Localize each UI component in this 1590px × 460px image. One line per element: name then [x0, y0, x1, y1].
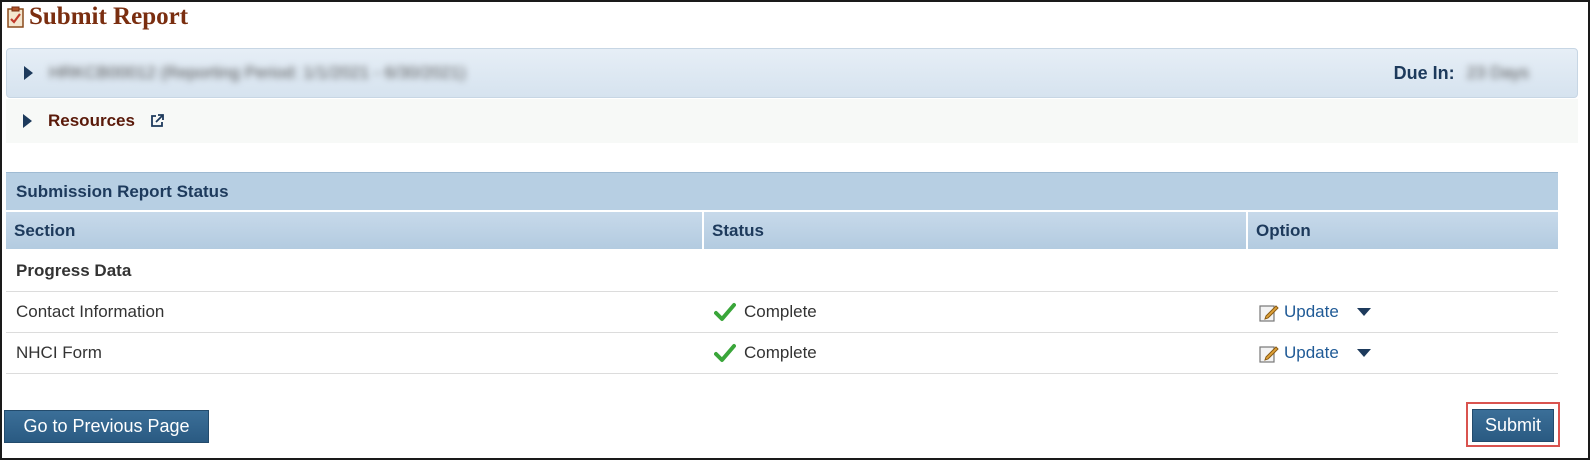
due-in-group: Due In: 23 Days	[1394, 63, 1529, 84]
previous-page-button[interactable]: Go to Previous Page	[4, 410, 209, 443]
table-row: Contact Information Complete Update	[6, 292, 1558, 333]
edit-pencil-icon[interactable]	[1258, 342, 1280, 364]
report-clipboard-icon	[7, 6, 24, 28]
external-link-icon[interactable]	[149, 113, 165, 129]
status-cell: Complete	[704, 343, 1248, 363]
chevron-down-icon[interactable]	[1356, 349, 1371, 357]
due-in-value: 23 Days	[1466, 63, 1529, 82]
report-header-bar[interactable]: HRKCB00012 (Reporting Period: 1/1/2021 -…	[6, 48, 1578, 98]
group-row: Progress Data	[6, 251, 1558, 292]
checkmark-icon	[714, 344, 736, 362]
group-label: Progress Data	[16, 261, 132, 280]
edit-pencil-icon[interactable]	[1258, 301, 1280, 323]
submit-button[interactable]: Submit	[1472, 409, 1554, 442]
due-in-label: Due In:	[1393, 62, 1455, 83]
report-name: HRKCB00012 (Reporting Period: 1/1/2021 -…	[49, 63, 466, 82]
checkmark-icon	[714, 303, 736, 321]
column-header-status: Status	[704, 212, 1248, 249]
table-header: Section Status Option	[6, 210, 1558, 251]
submission-status-panel: Submission Report Status Section Status …	[6, 172, 1558, 374]
status-cell: Complete	[704, 302, 1248, 322]
table-row: NHCI Form Complete Update	[6, 333, 1558, 374]
panel-title: Submission Report Status	[16, 181, 229, 201]
status-text: Complete	[744, 343, 817, 362]
page-title: Submit Report	[29, 3, 189, 30]
chevron-down-icon[interactable]	[1356, 308, 1371, 316]
update-link[interactable]: Update	[1284, 343, 1339, 363]
page-title-bar: Submit Report	[6, 3, 188, 31]
option-cell: Update	[1248, 342, 1558, 364]
section-cell: NHCI Form	[16, 343, 102, 362]
column-header-option: Option	[1256, 220, 1311, 240]
resources-link[interactable]: Resources	[48, 111, 135, 131]
expand-arrow-icon[interactable]	[23, 114, 32, 128]
option-cell: Update	[1248, 301, 1558, 323]
resources-row[interactable]: Resources	[6, 99, 1578, 143]
update-link[interactable]: Update	[1284, 302, 1339, 322]
expand-arrow-icon[interactable]	[24, 66, 33, 80]
status-text: Complete	[744, 302, 817, 321]
column-header-section: Section	[6, 212, 704, 249]
panel-header: Submission Report Status	[6, 172, 1558, 210]
section-cell: Contact Information	[16, 302, 165, 321]
